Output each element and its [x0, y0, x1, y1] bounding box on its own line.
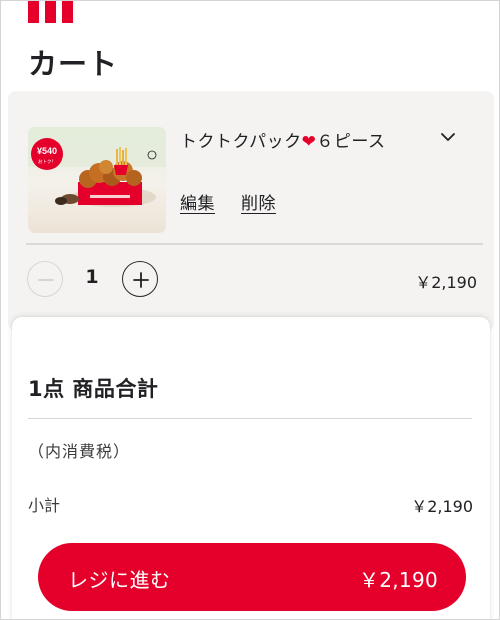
chevron-down-icon[interactable] [439, 131, 457, 143]
subtotal-label: 小計 [28, 496, 61, 515]
tax-note: （内消費税） [28, 442, 131, 461]
thumbnail-badge-sub: おトク！ [38, 158, 56, 165]
minus-icon [38, 279, 54, 281]
product-name-part: ６ピース [316, 132, 386, 152]
cart-item-section: ¥540 おトク！ トクトクパック❤６ピース 編集 削除 1 ￥2,190 [8, 91, 494, 331]
item-divider [26, 243, 483, 245]
product-name-part: トクトクパック [180, 132, 302, 152]
page-title: カート [28, 47, 119, 81]
decrease-quantity-button[interactable] [27, 261, 63, 297]
checkout-total: ￥2,190 [358, 568, 438, 592]
subtotal-value: ￥2,190 [411, 497, 473, 516]
brand-stripes-logo [28, 1, 73, 23]
heart-icon: ❤ [301, 132, 317, 152]
product-thumbnail-image: ¥540 おトク！ [28, 127, 166, 233]
order-summary-card: 1点 商品合計 （内消費税） 小計 ￥2,190 レジに進む ￥2,190 [12, 317, 490, 619]
checkout-label: レジに進む [68, 568, 171, 592]
increase-quantity-button[interactable] [122, 261, 158, 297]
quantity-value: 1 [85, 266, 99, 288]
delete-link[interactable]: 削除 [241, 189, 276, 214]
product-thumbnail: ¥540 おトク！ [28, 127, 166, 233]
app-frame: カート ¥540 おトク！ トクトクパック❤６ピース 編集 削除 1 ￥2,19… [0, 0, 500, 620]
plus-icon [133, 272, 149, 288]
thumbnail-badge-price: ¥540 [37, 146, 57, 156]
edit-link[interactable]: 編集 [180, 189, 215, 214]
brand-stripe [28, 1, 39, 23]
brand-stripe [62, 1, 73, 23]
item-price: ￥2,190 [415, 273, 477, 292]
item-actions: 編集 削除 [180, 189, 276, 214]
summary-divider [28, 418, 472, 419]
brand-stripe [45, 1, 56, 23]
summary-title: 1点 商品合計 [28, 377, 159, 401]
product-name: トクトクパック❤６ピース [180, 127, 390, 157]
checkout-button[interactable]: レジに進む ￥2,190 [38, 543, 466, 611]
